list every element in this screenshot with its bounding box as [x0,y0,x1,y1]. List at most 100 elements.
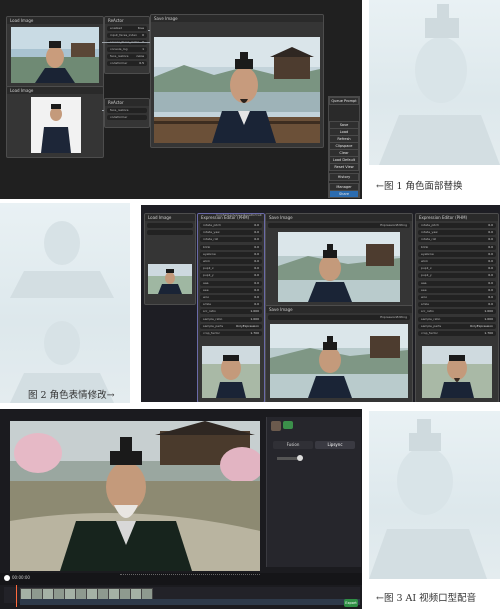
param-value: 0.0 [254,244,259,249]
param-value: 1.000 [250,309,259,314]
expression-param-row[interactable]: blink 0.0 [200,244,262,250]
expression-param-row[interactable]: eyebrow 0.0 [200,251,262,257]
expression-param-row[interactable]: rotate_roll 0.0 [418,237,496,243]
setting-label: enabled [110,26,123,30]
param-label: rotate_yaw [203,230,220,235]
tab-fusion[interactable]: Fusion [273,441,313,449]
menu-history-button[interactable]: History [329,173,359,181]
figure-2-caption: 图 2 角色表情修改→ [28,390,115,401]
param-value: 0.0 [488,295,493,299]
expression-param-row[interactable]: pupil_y 0.0 [418,273,496,279]
expression-param-row[interactable]: rotate_pitch 0.0 [200,223,262,228]
expression-param-row[interactable]: sample_ratio 1.000 [200,316,262,322]
filename-prefix-row[interactable]: ExpressionEditing [268,223,410,228]
expression-param-row[interactable]: smile 0.0 [200,302,262,308]
expression-param-row[interactable]: aaa 0.0 [200,280,262,286]
expression-param-row[interactable]: rotate_roll 0.0 [200,237,262,243]
expression-param-row[interactable]: rotate_yaw 0.0 [418,230,496,236]
expression-param-row[interactable]: sample_parts OnlyExpression [418,323,496,329]
setting-row[interactable]: input_faces_index 0 [107,33,147,38]
node-badge: ComfyUI-AdvancedLivePortrait [216,213,262,217]
expression-param-row[interactable]: crop_factor 1.700 [200,331,262,336]
node-reactor[interactable]: ReActor enabledtrue input_faces_index0 s… [104,16,150,74]
tab-lipsync[interactable]: Lipsync [315,441,355,449]
param-value: OnlyExpression [469,323,493,328]
node-title: Load Image [145,214,195,221]
menu-share-button[interactable]: Share [329,190,359,198]
target-body-image [31,97,81,153]
param-value: 0.0 [254,302,259,307]
param-label: pupil_x [421,266,432,271]
expression-param-row[interactable]: rotate_pitch 0.0 [418,223,496,228]
slider-thumb[interactable] [297,455,303,461]
setting-row[interactable]: face_restore [107,108,147,113]
expression-param-row[interactable]: blink 0.0 [418,244,496,250]
setting-label: codeformer [110,61,128,65]
param-value: 1.000 [484,316,493,321]
node-save-image-a[interactable]: Save Image ExpressionEditing [265,213,413,307]
param-value: 0.0 [254,251,259,256]
setting-row[interactable]: face_restore none [107,54,147,59]
upload-button[interactable] [147,230,193,235]
video-preview[interactable] [10,421,260,571]
param-label: aaa [203,280,209,285]
expression-param-row[interactable]: eee 0.0 [200,287,262,293]
node-save-image[interactable]: Save Image [150,14,324,148]
node-expression-editor[interactable]: Expression Editor (PHM) ComfyUI-Advanced… [197,213,265,402]
expression-param-row[interactable]: sample_parts OnlyExpression [200,323,262,329]
audio-track[interactable] [20,599,360,605]
expression-param-row[interactable]: wink 0.0 [418,259,496,264]
expression-param-row[interactable]: src_ratio 1.000 [200,309,262,315]
image-selector[interactable] [147,223,193,228]
expression-param-row[interactable]: woo 0.0 [200,295,262,300]
export-button[interactable]: Export [344,599,358,607]
node-load-image[interactable]: Load Image [144,213,196,305]
setting-row[interactable]: codeformer [107,115,147,120]
expression-param-row[interactable]: crop_factor 1.700 [418,331,496,336]
node-expression-editor-2[interactable]: Expression Editor (PHM) rotate_pitch 0.0 r… [415,213,499,402]
expression-param-row[interactable]: wink 0.0 [200,259,262,264]
avatar-thumbnail[interactable] [271,421,281,431]
node-target-image[interactable]: Load Image [6,86,104,158]
expression-param-row[interactable]: src_ratio 1.000 [418,309,496,315]
queue-prompt-button[interactable]: Queue Prompt [329,97,359,105]
expression-param-row[interactable]: smile 0.0 [418,302,496,308]
expression-param-row[interactable]: pupil_x 0.0 [200,266,262,272]
menu-reset-view-button[interactable]: Reset View [329,163,359,171]
node-title: ReActor [105,17,149,24]
expression-param-row[interactable]: rotate_yaw 0.0 [200,230,262,236]
node-reactor-options[interactable]: ReActor face_restore codeformer [104,98,150,128]
param-label: woo [203,295,210,299]
expression-param-row[interactable]: sample_ratio 1.000 [418,316,496,322]
param-value: 1.000 [250,316,259,321]
result-image-b [270,324,408,398]
param-label: sample_ratio [421,316,441,321]
param-label: aaa [421,280,427,285]
ghost-figure-1 [369,0,500,165]
expression-param-row[interactable]: eee 0.0 [418,287,496,293]
setting-row[interactable]: codeformer 0.5 [107,61,147,66]
expression-param-row[interactable]: pupil_x 0.0 [418,266,496,272]
expression-param-row[interactable]: pupil_y 0.0 [200,273,262,279]
param-value: 0.0 [488,266,493,271]
node-save-image-b[interactable]: Save Image ExpressionEditing [265,305,413,402]
param-label: wink [203,259,210,263]
play-icon[interactable] [4,575,10,581]
setting-label: codeformer [110,115,128,119]
param-label: pupil_x [203,266,214,271]
expression-param-row[interactable]: woo 0.0 [418,295,496,300]
expression-param-row[interactable]: eyebrow 0.0 [418,251,496,257]
param-label: rotate_pitch [421,223,440,227]
node-load-image[interactable]: Load Image [6,16,104,88]
param-value: 0.0 [254,259,259,263]
param-value: 0.0 [488,251,493,256]
playhead[interactable] [16,585,17,607]
setting-row[interactable]: console_log 1 [107,47,147,52]
filename-prefix-row[interactable]: ExpressionEditing [268,315,410,320]
expression-param-row[interactable]: aaa 0.0 [418,280,496,286]
param-label: src_ratio [421,309,434,314]
setting-row[interactable]: enabled true [107,26,147,31]
setting-value: 0.5 [139,61,144,65]
param-label: blink [203,244,211,249]
setting-value: 0 [142,33,144,37]
